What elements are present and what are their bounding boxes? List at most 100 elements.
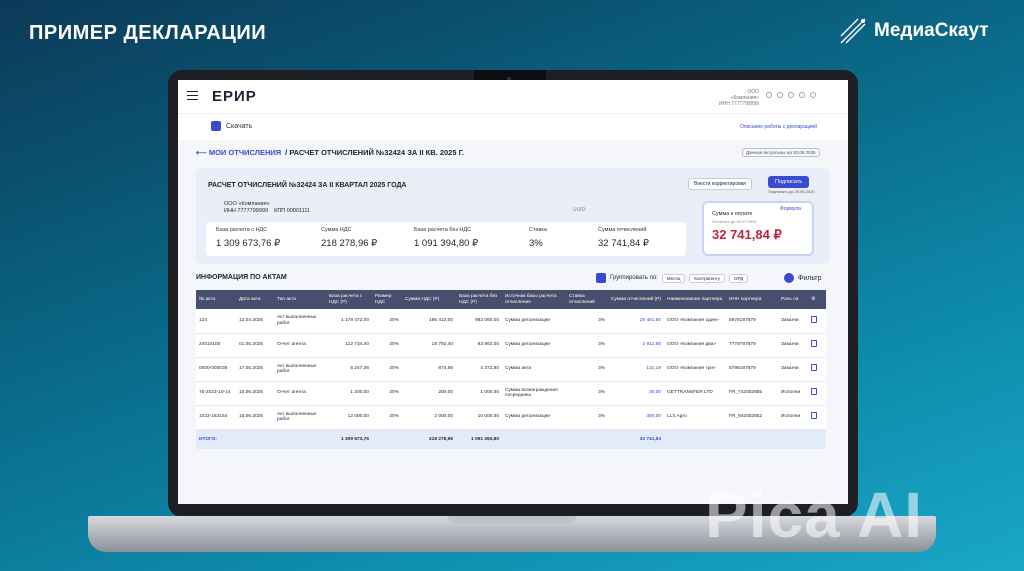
cell-act-type: Отчет агента	[274, 333, 326, 358]
col-rate[interactable]: Ставка отчислений	[566, 290, 608, 309]
document-icon[interactable]	[811, 340, 817, 348]
table-row[interactable]: 1022-163164 15.06.2025 Акт выполненных р…	[196, 405, 826, 430]
org-info[interactable]: ООО «Компания» ИНН 7777799999	[719, 89, 759, 107]
col-partner-inn[interactable]: ИНН партнера	[726, 290, 778, 309]
group-label: Группировать по:	[610, 275, 658, 281]
notification-icon[interactable]	[766, 92, 772, 98]
total-empty	[566, 429, 608, 449]
toolbar: Скачать Описание работы с декларацией	[178, 113, 848, 140]
filter-button[interactable]: Фильтр	[784, 273, 822, 283]
metric-label: Ставка	[529, 227, 547, 233]
group-chip-ord[interactable]: ОРД	[728, 273, 749, 283]
cell-deduction[interactable]: 2 811,86	[608, 333, 664, 358]
document-icon[interactable]	[811, 412, 817, 420]
col-base-novat[interactable]: База расчета без НДС (Р)	[456, 290, 502, 309]
table-row[interactable]: 75-2023-10-14 10.06.2025 Отчет агента 1 …	[196, 381, 826, 406]
total-vat: 218 278,96	[402, 429, 456, 449]
brand-star-icon	[840, 18, 866, 44]
cell-base-vat: 1 200,00	[326, 381, 372, 406]
group-chip-counterparty[interactable]: Контрагенту	[689, 273, 725, 283]
col-partner-name[interactable]: Наименование партнера	[664, 290, 726, 309]
sign-button[interactable]: Подписать	[768, 176, 810, 188]
cell-partner-role: Исполни	[778, 381, 808, 406]
filter-label: Фильтр	[798, 274, 822, 282]
help-icon[interactable]	[788, 92, 794, 98]
col-act-number[interactable]: № акта	[196, 290, 236, 309]
col-act-date[interactable]: Дата акта	[236, 290, 274, 309]
table-row[interactable]: 0000-000038 17.05.2025 Акт выполненных р…	[196, 357, 826, 382]
cell-partner-inn: FR_942002852	[726, 405, 778, 430]
cell-base-vat: 12 000,00	[326, 405, 372, 430]
cell-partner-name: GETTRANSFER LTD	[664, 381, 726, 406]
cell-deduction[interactable]: 29 461,80	[608, 309, 664, 334]
cell-actions	[808, 381, 826, 406]
cell-rate: 3%	[566, 357, 608, 382]
company-inn: ИНН 7777799999	[224, 208, 269, 214]
cell-deduction[interactable]: 300,00	[608, 405, 664, 430]
cell-partner-inn: 5976197879	[726, 309, 778, 334]
table-header-row: № акта Дата акта Тип акта База расчета с…	[196, 290, 826, 309]
group-chip-month[interactable]: Месяц	[661, 273, 686, 283]
correction-button[interactable]: Внести корректировки	[688, 178, 752, 190]
col-act-type[interactable]: Тип акта	[274, 290, 326, 309]
download-label: Скачать	[226, 122, 253, 130]
col-actions: ⚙	[808, 290, 826, 309]
col-vat-sum[interactable]: Сумма НДС (Р)	[402, 290, 456, 309]
breadcrumb-back-link[interactable]: ⟵ МОИ ОТЧИСЛЕНИЯ	[196, 148, 281, 157]
cell-act-date: 12.04.2025	[236, 309, 274, 334]
download-button[interactable]: Скачать	[211, 121, 252, 131]
cell-partner-name: ООО «Компания два»	[664, 333, 726, 358]
cell-base-novat: 93 862,00	[456, 333, 502, 358]
table-row[interactable]: 124 12.04.2025 Акт выполненных работ 1 1…	[196, 309, 826, 334]
company-kpp: КПП 00001111	[274, 208, 311, 214]
group-by-control: Группировать по: Месяц Контрагенту ОРД	[596, 273, 749, 283]
cell-rate: 3%	[566, 381, 608, 406]
col-source[interactable]: Источник базы расчета отчисления	[502, 290, 566, 309]
cell-source: Сумма вознаграждения посредника	[502, 381, 566, 406]
formula-link[interactable]: Формула	[780, 206, 801, 212]
cell-partner-inn: 5796197879	[726, 357, 778, 382]
cell-deduction[interactable]: 131,18	[608, 357, 664, 382]
summary-card: РАСЧЕТ ОТЧИСЛЕНИЙ №32424 ЗА II КВАРТАЛ 2…	[196, 168, 830, 264]
cell-rate: 3%	[566, 309, 608, 334]
cell-source: Сумма акта	[502, 357, 566, 382]
cell-partner-role: Исполни	[778, 405, 808, 430]
document-icon[interactable]	[811, 388, 817, 396]
cell-vat-sum: 200,00	[402, 381, 456, 406]
cell-partner-name: ООО «Компания три»	[664, 357, 726, 382]
app-logo[interactable]: ЕРИР	[212, 88, 257, 105]
payment-deadline: Оплатить до 25.07.2025	[712, 219, 757, 224]
col-vat-rate[interactable]: Размер НДС	[372, 290, 402, 309]
metric-base-with-vat: База расчета с НДС 1 309 673,76 ₽	[216, 227, 280, 249]
metric-base-without-vat: База расчета без НДС 1 091 394,80 ₽	[414, 227, 478, 249]
document-icon[interactable]	[811, 364, 817, 372]
cell-deduction[interactable]: 30,00	[608, 381, 664, 406]
logout-icon[interactable]	[810, 92, 816, 98]
help-link[interactable]: Описание работы с декларацией	[740, 124, 817, 130]
col-deduction[interactable]: Сумма отчислений (Р)	[608, 290, 664, 309]
settings-icon[interactable]	[799, 92, 805, 98]
cell-vat-sum: 196 412,00	[402, 309, 456, 334]
cell-rate: 3%	[566, 333, 608, 358]
col-partner-role[interactable]: Роль па	[778, 290, 808, 309]
metric-value: 1 091 394,80 ₽	[414, 238, 479, 249]
cell-base-novat: 4 372,80	[456, 357, 502, 382]
metric-label: База расчета с НДС	[216, 227, 268, 233]
table-row[interactable]: 24010100 01.05.2025 Отчет агента 112 734…	[196, 333, 826, 358]
document-icon[interactable]	[811, 316, 817, 323]
col-base-vat[interactable]: База расчета с НДС (Р)	[326, 290, 372, 309]
slide-title: ПРИМЕР ДЕКЛАРАЦИИ	[29, 22, 267, 44]
metric-value: 218 278,96 ₽	[321, 238, 378, 249]
cell-act-date: 10.06.2025	[236, 381, 274, 406]
total-empty	[664, 429, 826, 449]
location-icon[interactable]	[777, 92, 783, 98]
download-icon	[211, 121, 221, 131]
cell-vat-sum: 2 000,00	[402, 405, 456, 430]
settings-icon[interactable]: ⚙	[811, 297, 815, 302]
menu-icon[interactable]	[187, 91, 198, 100]
cell-actions	[808, 405, 826, 430]
cell-act-number: 75-2023-10-14	[196, 381, 236, 406]
cell-act-date: 17.05.2025	[236, 357, 274, 382]
uuid-label: UUID:	[573, 207, 587, 213]
cell-base-vat: 1 178 472,00	[326, 309, 372, 334]
